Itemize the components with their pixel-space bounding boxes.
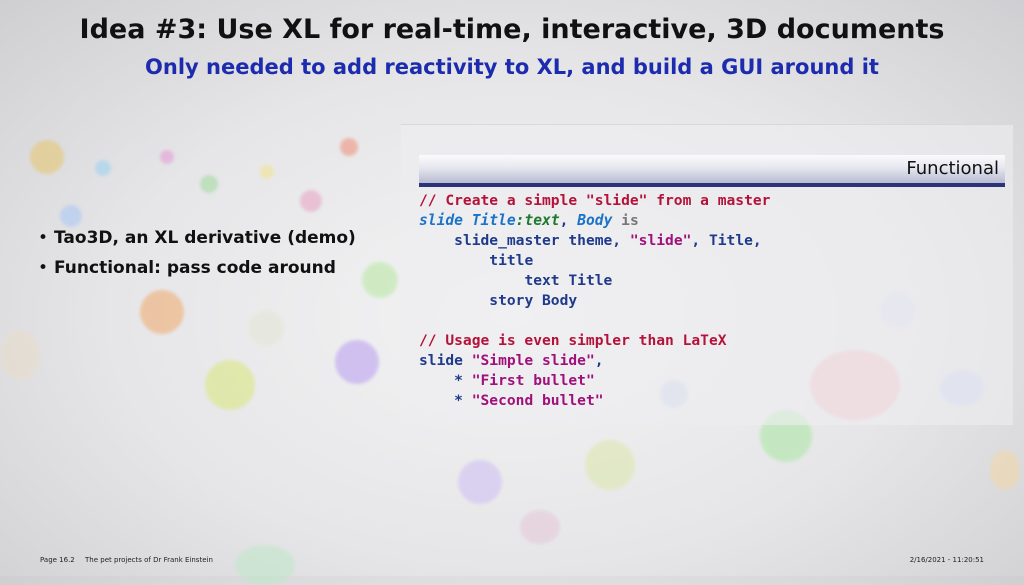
- background-ball: [30, 140, 64, 174]
- footer-datetime: 2/16/2021 - 11:20:51: [909, 556, 984, 564]
- code-block: // Create a simple "slide" from a master…: [419, 191, 770, 411]
- bullet-list: Tao3D, an XL derivative (demo) Functiona…: [38, 228, 356, 288]
- presentation-title: The pet projects of Dr Frank Einstein: [85, 556, 213, 564]
- background-ball: [0, 330, 40, 380]
- code-comment: // Usage is even simpler than LaTeX: [419, 332, 727, 349]
- background-ball: [248, 310, 284, 346]
- footer-left: Page 16.2 The pet projects of Dr Frank E…: [40, 556, 221, 564]
- code-type: text: [524, 212, 560, 229]
- code-keyword: slide: [419, 212, 463, 229]
- code-comment: // Create a simple "slide" from a master: [419, 192, 771, 209]
- code-is-keyword: is: [621, 212, 639, 229]
- code-string: "slide": [629, 232, 692, 249]
- code-call: story Body: [489, 292, 578, 309]
- slide-title: Idea #3: Use XL for real-time, interacti…: [79, 14, 945, 45]
- code-string: "Second bullet": [471, 392, 604, 409]
- page-number: Page 16.2: [40, 556, 75, 564]
- background-ball: [520, 510, 560, 544]
- background-ball: [95, 160, 111, 176]
- code-string: "First bullet": [471, 372, 595, 389]
- background-ball: [335, 340, 379, 384]
- code-bullet-star: *: [454, 372, 472, 389]
- slide-subtitle: Only needed to add reactivity to XL, and…: [145, 55, 879, 79]
- code-call: , Title,: [691, 232, 762, 249]
- background-ball: [235, 545, 295, 585]
- background-ball: [585, 440, 635, 490]
- background-ball: [140, 290, 184, 334]
- code-call: text Title: [524, 272, 613, 289]
- background-ball: [260, 165, 274, 179]
- background-ball: [362, 262, 398, 298]
- background-ball: [340, 138, 358, 156]
- background-ball: [990, 450, 1020, 490]
- code-punct: ,: [559, 212, 569, 229]
- code-panel-header-label: Functional: [906, 158, 999, 179]
- background-ball: [300, 190, 322, 212]
- code-param: Title: [471, 212, 516, 229]
- code-punct: ,: [594, 352, 604, 369]
- slide: Idea #3: Use XL for real-time, interacti…: [0, 0, 1024, 585]
- background-ball: [200, 175, 218, 193]
- code-call: title: [489, 252, 534, 269]
- background-ball: [205, 360, 255, 410]
- background-ball: [60, 205, 82, 227]
- code-string: "Simple slide": [471, 352, 595, 369]
- code-call: slide_master theme,: [454, 232, 630, 249]
- code-param: Body: [577, 212, 613, 229]
- background-ball: [160, 150, 174, 164]
- code-bullet-star: *: [454, 392, 472, 409]
- background-ball: [458, 460, 502, 504]
- code-call: slide: [419, 352, 472, 369]
- code-panel: Functional // Create a simple "slide" fr…: [401, 124, 1013, 425]
- bullet-item: Functional: pass code around: [38, 258, 356, 278]
- bullet-item: Tao3D, an XL derivative (demo): [38, 228, 356, 248]
- code-panel-header: Functional: [419, 155, 1005, 187]
